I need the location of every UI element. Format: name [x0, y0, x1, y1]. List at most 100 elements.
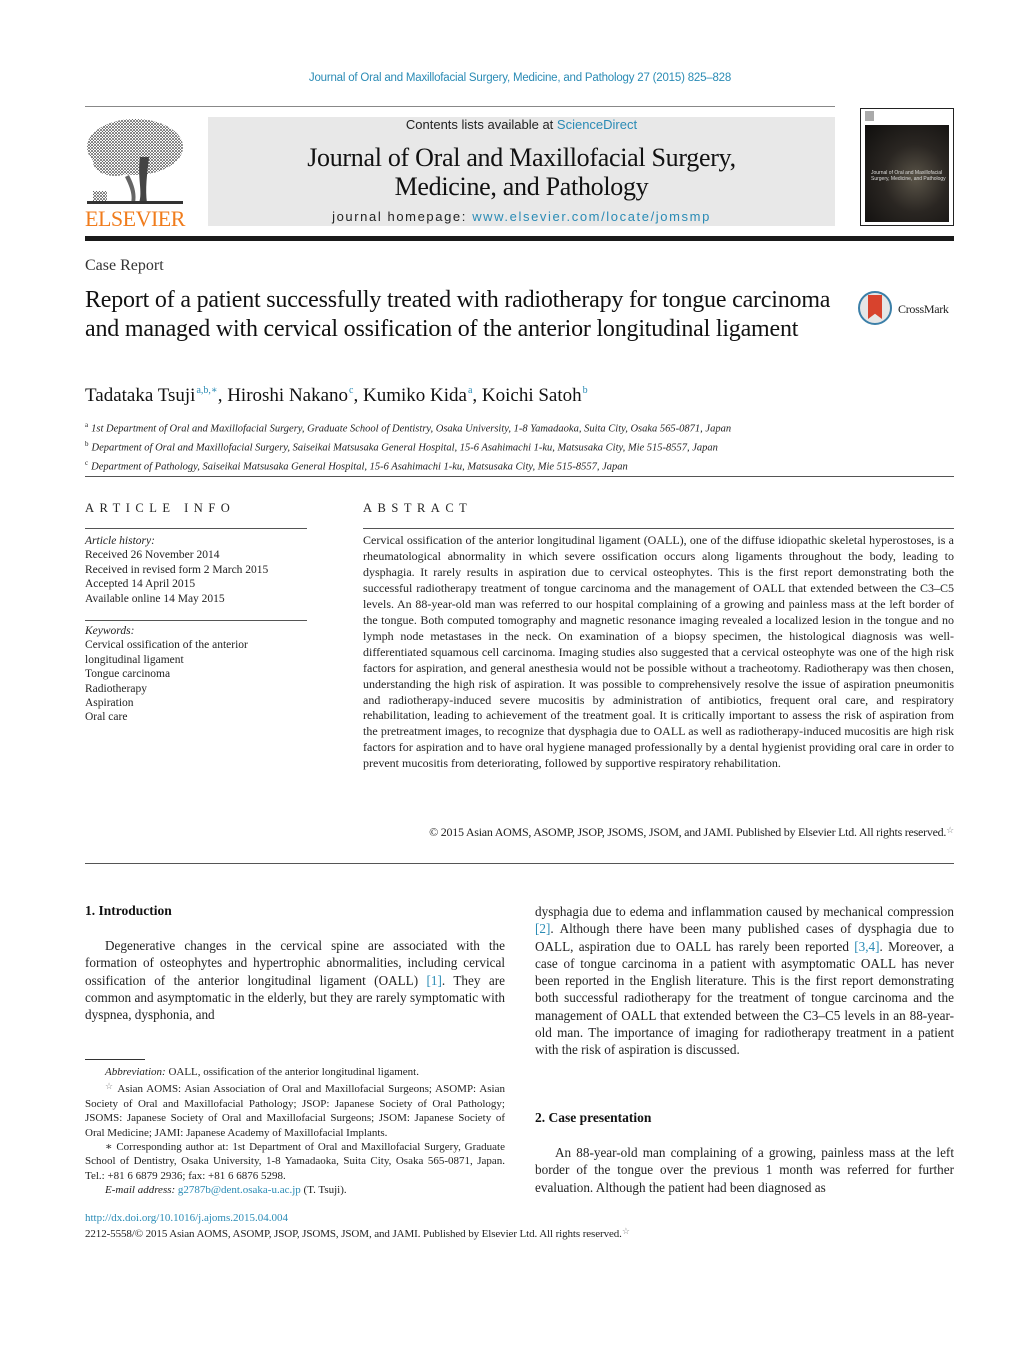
author-name[interactable]: Tadataka Tsuji	[85, 385, 195, 406]
affiliation: b Department of Oral and Maxillofacial Su…	[85, 437, 955, 456]
footnote-email: E-mail address: g2787b@dent.osaka-u.ac.j…	[85, 1183, 505, 1197]
journal-masthead: Contents lists available at ScienceDirec…	[208, 117, 835, 226]
keyword-item: longitudinal ligament	[85, 653, 184, 666]
article-type: Case Report	[85, 257, 164, 274]
journal-homepage-link[interactable]: www.elsevier.com/locate/jomsmp	[472, 209, 711, 224]
star-footnote-icon: ☆	[105, 1081, 115, 1092]
author[interactable]: Koichi Satohb	[482, 385, 588, 406]
abstract-heading: ABSTRACT	[363, 501, 473, 515]
keywords: Keywords: Cervical ossification of the a…	[85, 624, 248, 725]
footnote-text: Asian AOMS: Asian Association of Oral an…	[85, 1083, 506, 1139]
author[interactable]: Hiroshi Nakanoc	[227, 385, 353, 406]
cover-title: Journal of Oral and Maxillofacial Surger…	[871, 170, 946, 182]
article-info-rule	[85, 528, 307, 529]
article-title: Report of a patient successfully treated…	[85, 287, 831, 342]
affiliation-text: Department of Pathology, Saiseikai Matsu…	[91, 461, 628, 473]
history-item: Received in revised form 2 March 2015	[85, 563, 269, 576]
header-divider	[85, 476, 954, 477]
star-footnote-icon[interactable]: ☆	[622, 1226, 630, 1236]
journal-name: Journal of Oral and Maxillofacial Surger…	[208, 143, 835, 201]
author-name[interactable]: Kumiko Kida	[363, 385, 467, 406]
doi-link[interactable]: http://dx.doi.org/10.1016/j.ajoms.2015.0…	[85, 1212, 288, 1224]
abstract-copyright: © 2015 Asian AOMS, ASOMP, JSOP, JSOMS, J…	[363, 825, 954, 840]
author-name[interactable]: Hiroshi Nakano	[227, 385, 348, 406]
journal-cover-thumbnail[interactable]: Journal of Oral and Maxillofacial Surger…	[860, 108, 954, 226]
elsevier-wordmark: ELSEVIER	[85, 206, 185, 231]
keywords-rule	[85, 620, 307, 621]
article-history-label: Article history:	[85, 535, 155, 547]
text-run: dysphagia due to edema and inflammation …	[535, 904, 954, 919]
author-separator: ,	[472, 385, 482, 406]
contents-prefix: Contents lists available at	[405, 117, 557, 132]
email-suffix: (T. Tsuji).	[300, 1184, 347, 1197]
affiliation: a 1st Department of Oral and Maxillofacia…	[85, 418, 955, 437]
keywords-label: Keywords:	[85, 625, 135, 637]
paragraph: An 88-year-old man complaining of a grow…	[535, 1145, 954, 1195]
issn-text: 2212-5558/© 2015 Asian AOMS, ASOMP, JSOP…	[85, 1228, 622, 1240]
masthead-bottom-rule	[85, 236, 954, 241]
keyword-item: Cervical ossification of the anterior	[85, 639, 248, 652]
sciencedirect-link[interactable]: ScienceDirect	[557, 117, 637, 132]
case-presentation-text: An 88-year-old man complaining of a grow…	[535, 1144, 954, 1196]
author-separator: ,	[353, 385, 363, 406]
author-affiliation-marks[interactable]: a,b,∗	[196, 385, 217, 396]
email-link[interactable]: g2787b@dent.osaka-u.ac.jp	[178, 1184, 301, 1196]
author-affiliation-marks[interactable]: b	[583, 385, 588, 396]
history-item: Received 26 November 2014	[85, 549, 220, 562]
cover-image: Journal of Oral and Maxillofacial Surger…	[865, 125, 949, 222]
paragraph: Degenerative changes in the cervical spi…	[85, 937, 505, 1023]
introduction-text: Degenerative changes in the cervical spi…	[85, 937, 505, 1023]
reference-link[interactable]: [2]	[535, 921, 550, 936]
elsevier-tree-icon	[87, 119, 183, 204]
footnote-rule	[85, 1059, 145, 1060]
footnote-label: Abbreviation:	[105, 1066, 166, 1078]
homepage-prefix: journal homepage:	[332, 209, 473, 224]
asterisk-icon: ∗	[105, 1141, 113, 1154]
section-heading-case-presentation: 2. Case presentation	[535, 1110, 652, 1125]
email-label: E-mail address:	[105, 1184, 176, 1197]
contents-line: Contents lists available at ScienceDirec…	[208, 117, 835, 132]
star-footnote-icon[interactable]: ☆	[946, 825, 954, 835]
journal-name-line-1: Journal of Oral and Maxillofacial Surger…	[307, 143, 736, 172]
article-info-heading: ARTICLE INFO	[85, 501, 236, 515]
reference-link[interactable]: [3,4]	[854, 939, 879, 954]
keyword-item: Aspiration	[85, 697, 134, 710]
affiliation: c Department of Pathology, Saiseikai Mats…	[85, 456, 955, 475]
elsevier-logo[interactable]: ELSEVIER	[85, 117, 185, 231]
author[interactable]: Kumiko Kidaa	[363, 385, 472, 406]
introduction-continued-text: dysphagia due to edema and inflammation …	[535, 903, 954, 1059]
crossmark-button[interactable]: CrossMark	[858, 291, 958, 331]
affiliation-mark: c	[85, 459, 89, 467]
issn-copyright-line: 2212-5558/© 2015 Asian AOMS, ASOMP, JSOP…	[85, 1226, 630, 1240]
footnote-societies: ☆ Asian AOMS: Asian Association of Oral …	[85, 1079, 505, 1140]
keyword-item: Oral care	[85, 711, 128, 724]
history-item: Accepted 14 April 2015	[85, 578, 196, 591]
history-item: Available online 14 May 2015	[85, 592, 225, 605]
reference-link[interactable]: [1]	[427, 973, 442, 988]
keyword-item: Radiotherapy	[85, 682, 147, 695]
abstract-rule	[363, 528, 954, 529]
affiliations: a 1st Department of Oral and Maxillofacia…	[85, 418, 955, 475]
footnote-abbreviation: Abbreviation: OALL, ossification of the …	[85, 1065, 505, 1079]
crossmark-label: CrossMark	[898, 302, 949, 316]
journal-name-line-2: Medicine, and Pathology	[394, 172, 649, 201]
affiliation-mark: b	[85, 440, 89, 448]
article-history: Article history: Received 26 November 20…	[85, 534, 268, 606]
author-name[interactable]: Koichi Satoh	[482, 385, 582, 406]
footnote-text: Corresponding author at: 1st Department …	[85, 1141, 505, 1182]
abstract-end-rule	[85, 863, 954, 864]
footnotes: Abbreviation: OALL, ossification of the …	[85, 1065, 505, 1198]
abstract-text: Cervical ossification of the anterior lo…	[363, 533, 954, 771]
author[interactable]: Tadataka Tsujia,b,∗	[85, 385, 218, 406]
footnote-text: OALL, ossification of the anterior longi…	[165, 1066, 419, 1078]
affiliation-text: Department of Oral and Maxillofacial Sur…	[91, 442, 718, 454]
section-heading-introduction: 1. Introduction	[85, 903, 172, 918]
copyright-text: © 2015 Asian AOMS, ASOMP, JSOP, JSOMS, J…	[429, 825, 947, 839]
author-list: Tadataka Tsujia,b,∗, Hiroshi Nakanoc, Ku…	[85, 385, 588, 407]
masthead-top-rule	[85, 106, 835, 107]
journal-citation-link[interactable]: Journal of Oral and Maxillofacial Surger…	[0, 72, 1020, 84]
text-run: . Moreover, a case of tongue carcinoma i…	[535, 938, 954, 1058]
affiliation-mark: a	[85, 421, 89, 429]
journal-homepage-line: journal homepage: www.elsevier.com/locat…	[208, 209, 835, 224]
keyword-item: Tongue carcinoma	[85, 668, 171, 681]
